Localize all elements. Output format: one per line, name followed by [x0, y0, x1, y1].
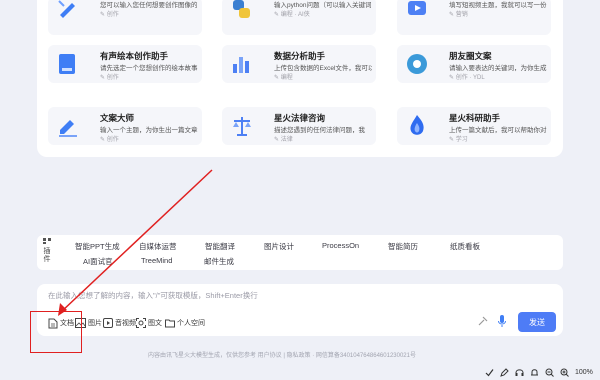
annotation-arrow: [58, 169, 213, 316]
